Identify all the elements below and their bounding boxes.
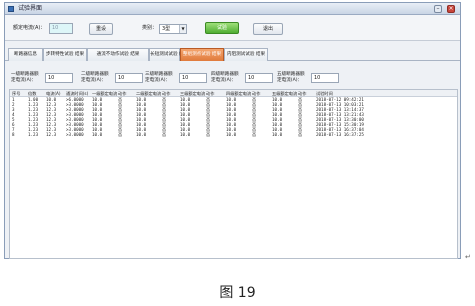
table-header: 序号 倍数 电流(A) 通流时间(s) 一级额定电流 动作 二级额定电流 动作 三级额定电流 动作… <box>10 90 457 97</box>
table-cell: 否 <box>118 132 123 137</box>
top-bar: 额定电流(A)： 10 重设 类别： 3型 ▼ 试验 退出 <box>5 15 460 41</box>
table-cell: 否 <box>252 132 257 137</box>
rated-current-label: 额定电流(A)： <box>13 25 46 31</box>
column-header[interactable]: 动作 <box>252 90 260 97</box>
table-cell: >3.0000 <box>66 132 84 137</box>
tab-strip: 断路器信息 步转特性试验 结果 通流不动作试验 结果 长短测试试验 结果 整组测… <box>5 48 460 61</box>
tab-group-point-result[interactable]: 整组测点试验 结果 <box>180 48 224 61</box>
table-cell: 10.0 <box>180 132 191 137</box>
level1-rated-label: 一级断路器额定电流(A)： <box>11 72 39 83</box>
table-cell: 2018-07-13 16:37:25 <box>316 132 364 137</box>
level4-rated-input[interactable]: 10 <box>245 73 273 83</box>
column-header[interactable]: 动作 <box>206 90 214 97</box>
column-header[interactable]: 动作 <box>298 90 306 97</box>
minimize-button[interactable]: – <box>434 5 442 13</box>
reset-button[interactable]: 重设 <box>89 23 113 35</box>
rated-current-input[interactable]: 10 <box>49 23 73 34</box>
tab-breaker-info[interactable]: 断路器信息 <box>8 48 43 61</box>
column-header[interactable]: 序号 <box>12 90 20 97</box>
column-header[interactable]: 试验时间 <box>316 90 333 97</box>
close-button[interactable]: × <box>447 5 455 13</box>
results-table: 序号 倍数 电流(A) 通流时间(s) 一级额定电流 动作 二级额定电流 动作 三级额定电流 动作… <box>9 89 458 259</box>
column-header[interactable]: 五级额定电流 <box>272 90 297 97</box>
column-header[interactable]: 二级额定电流 <box>136 90 161 97</box>
column-header[interactable]: 倍数 <box>28 90 36 97</box>
table-cell: 10.0 <box>272 132 283 137</box>
column-header[interactable]: 四级额定电流 <box>226 90 251 97</box>
title-bar: 试验界面 – × <box>5 3 460 15</box>
tab-step-characteristic-result[interactable]: 步转特性试验 结果 <box>43 48 87 61</box>
table-cell: 10.0 <box>136 132 147 137</box>
exit-button[interactable]: 退出 <box>253 23 283 35</box>
column-header[interactable]: 电流(A) <box>46 90 61 97</box>
table-cell: 10.0 <box>92 132 103 137</box>
app-icon <box>8 6 14 12</box>
table-cell: 10.0 <box>226 132 237 137</box>
return-mark: ↵ <box>465 253 471 261</box>
type-select-value: 3型 <box>162 26 171 32</box>
table-cell: 12.3 <box>46 132 57 137</box>
column-header[interactable]: 三级额定电流 <box>180 90 205 97</box>
tab-no-trip-result[interactable]: 通流不动作试验 结果 <box>87 48 149 61</box>
level1-rated-input[interactable]: 10 <box>45 73 73 83</box>
table-cell: 1.23 <box>28 132 39 137</box>
tab-short-long-result[interactable]: 长短测试试验 结果 <box>149 48 188 61</box>
level5-rated-label: 五级断路器额定电流(A)： <box>277 72 305 83</box>
column-header[interactable]: 动作 <box>118 90 126 97</box>
test-window: 试验界面 – × 额定电流(A)： 10 重设 类别： 3型 ▼ 试验 退出 断… <box>4 2 461 259</box>
table-row[interactable]: 8 1.23 12.3 >3.0000 10.0 否 10.0 否 10.0 否 10.0 否 10.0… <box>10 132 457 138</box>
column-header[interactable]: 动作 <box>162 90 170 97</box>
level3-rated-input[interactable]: 10 <box>179 73 207 83</box>
level2-rated-label: 二级断路器额定电流(A)： <box>81 72 109 83</box>
column-header[interactable]: 一级额定电流 <box>92 90 117 97</box>
test-button[interactable]: 试验 <box>205 22 239 34</box>
table-cell: 8 <box>12 132 15 137</box>
level4-rated-label: 四级断路器额定电流(A)： <box>211 72 239 83</box>
column-header[interactable]: 通流时间(s) <box>66 90 88 97</box>
table-cell: 否 <box>298 132 303 137</box>
figure-caption: 图 19 <box>219 285 256 301</box>
chevron-down-icon: ▼ <box>179 25 186 33</box>
rated-current-row: 一级断路器额定电流(A)： 10 二级断路器额定电流(A)： 10 三级断路器额… <box>5 66 460 88</box>
type-select[interactable]: 3型 ▼ <box>159 24 187 34</box>
level5-rated-input[interactable]: 10 <box>311 73 339 83</box>
table-cell: 否 <box>162 132 167 137</box>
tab-internal-resistance-result[interactable]: 内阻测试试验 结果 <box>224 48 268 61</box>
window-title: 试验界面 <box>18 5 43 12</box>
table-cell: 否 <box>206 132 211 137</box>
level3-rated-label: 三级断路器额定电流(A)： <box>145 72 173 83</box>
type-label: 类别： <box>142 25 158 31</box>
level2-rated-input[interactable]: 10 <box>115 73 143 83</box>
